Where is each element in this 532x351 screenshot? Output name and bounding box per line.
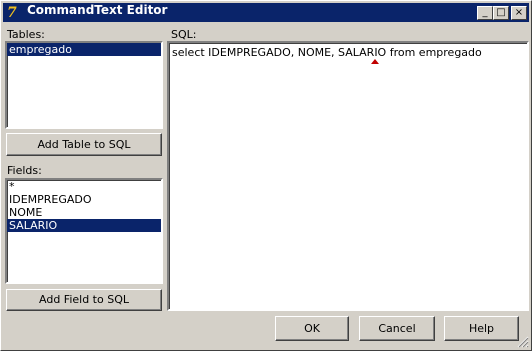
add-field-button-label: Add Field to SQL [39,293,129,306]
minimize-button[interactable]: _ [477,6,493,20]
ok-button-label: OK [304,322,320,335]
command-text-editor-window: 7 CommandText Editor _ □ × Tables: empre… [0,0,532,351]
fields-list: * IDEMPREGADO NOME SALARIO [7,180,161,232]
field-item[interactable]: NOME [7,206,161,219]
window-title: CommandText Editor [27,3,168,17]
sql-textarea[interactable]: select IDEMPREGADO, NOME, SALARIO from e… [167,41,529,311]
tables-listbox[interactable]: empregado [5,41,163,129]
maximize-button[interactable]: □ [493,6,509,20]
table-item[interactable]: empregado [7,43,161,56]
ok-button[interactable]: OK [275,316,349,341]
fields-listbox[interactable]: * IDEMPREGADO NOME SALARIO [5,178,163,284]
help-button[interactable]: Help [444,316,519,341]
maximize-icon: □ [496,7,506,18]
help-button-label: Help [468,322,495,335]
minimize-icon: _ [482,7,488,18]
app-icon: 7 [7,5,17,21]
tables-label: Tables: [7,28,45,41]
cancel-button-label: Cancel [378,322,416,335]
fields-label: Fields: [7,164,42,177]
sql-text: select IDEMPREGADO, NOME, SALARIO from e… [172,46,482,59]
tables-list: empregado [7,43,161,56]
field-item[interactable]: * [7,180,161,193]
add-table-button-label: Add Table to SQL [37,138,131,151]
add-field-button[interactable]: Add Field to SQL [6,289,162,311]
field-item[interactable]: SALARIO [7,219,161,232]
resize-grip-icon[interactable] [517,336,529,348]
cancel-button[interactable]: Cancel [359,316,435,341]
add-table-button[interactable]: Add Table to SQL [6,133,162,156]
cursor-marker-icon [371,59,379,64]
sql-label: SQL: [171,28,197,41]
field-item[interactable]: IDEMPREGADO [7,193,161,206]
title-bar[interactable]: 7 CommandText Editor _ □ × [3,3,529,22]
close-button[interactable]: × [511,6,527,20]
close-icon: × [514,7,524,18]
